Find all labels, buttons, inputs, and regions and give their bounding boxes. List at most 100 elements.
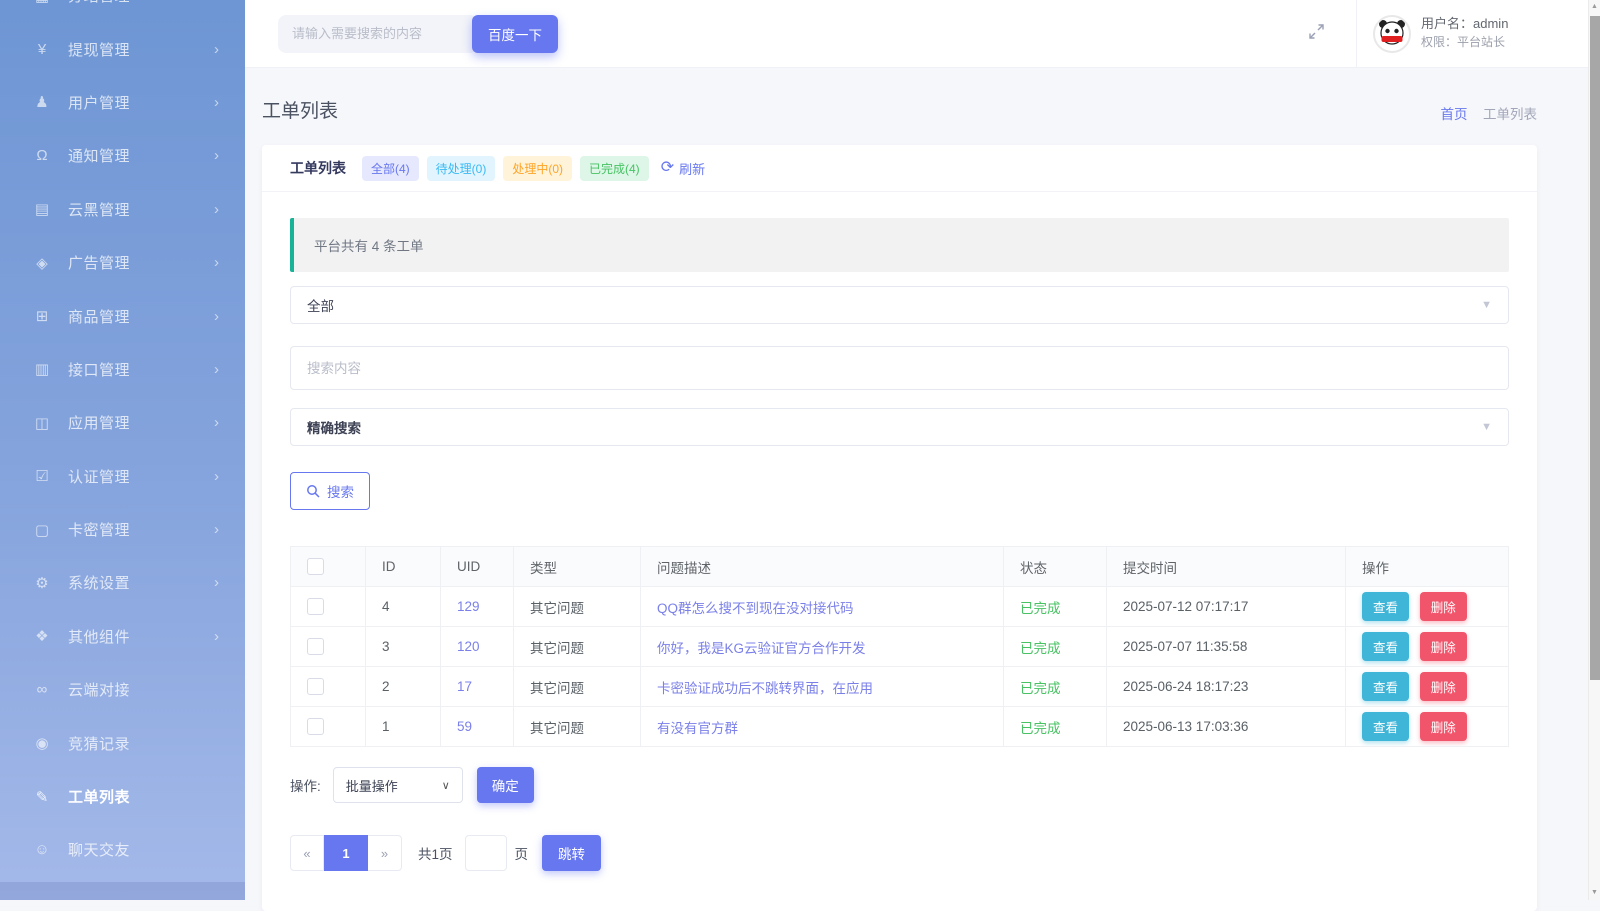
confirm-button[interactable]: 确定	[476, 767, 534, 803]
status-badge: 已完成	[1020, 640, 1061, 656]
sidebar-item-api[interactable]: ▥ 接口管理 ›	[0, 343, 245, 396]
sidebar-item-cardkey[interactable]: ▢ 卡密管理 ›	[0, 503, 245, 556]
page-unit: 页	[514, 847, 529, 862]
uid-link[interactable]: 59	[457, 719, 472, 734]
delete-button[interactable]: 删除	[1419, 712, 1467, 741]
page-next-button[interactable]: »	[368, 835, 402, 871]
page-total: 共1页	[418, 847, 453, 862]
view-button[interactable]: 查看	[1362, 712, 1410, 741]
col-time: 提交时间	[1106, 546, 1346, 587]
auth-shield-icon: ☑	[35, 468, 49, 486]
scroll-down-icon[interactable]: ▼	[1589, 886, 1600, 900]
col-uid: UID	[440, 546, 514, 587]
filter-processing[interactable]: 处理中(0)	[503, 155, 573, 181]
desc-link[interactable]: 卡密验证成功后不跳转界面，在应用	[657, 681, 873, 696]
sidebar-item-settings[interactable]: ⚙ 系统设置 ›	[0, 556, 245, 609]
exact-search-select[interactable]: 精确搜索 ▼	[290, 408, 1509, 446]
sidebar-item-auth[interactable]: ☑ 认证管理 ›	[0, 450, 245, 503]
sidebar-item-blacklist[interactable]: ▤ 云黑管理 ›	[0, 183, 245, 236]
jump-button[interactable]: 跳转	[542, 835, 602, 871]
breadcrumb-home-link[interactable]: 首页	[1440, 107, 1467, 122]
sidebar-item-users[interactable]: ♟ 用户管理 ›	[0, 76, 245, 129]
chevron-right-icon: ›	[214, 414, 219, 432]
scrollbar-thumb[interactable]	[1590, 16, 1600, 680]
page-jump-input[interactable]	[464, 835, 507, 871]
row-checkbox[interactable]	[307, 678, 324, 695]
keyword-input[interactable]	[290, 346, 1509, 390]
sidebar-item-work-orders[interactable]: ✎ 工单列表	[0, 770, 245, 823]
bulk-label: 操作:	[290, 779, 321, 794]
sidebar-menu: ▦ 分站管理 › ¥ 提现管理 › ♟ 用户管理 › Ω 通知管理 › ▤ 云黑…	[0, 0, 245, 877]
topbar-search-input[interactable]	[278, 14, 478, 53]
chevron-right-icon: ›	[214, 40, 219, 58]
filter-all[interactable]: 全部(4)	[362, 155, 419, 181]
bulk-action-select[interactable]: 批量操作 ∨	[332, 767, 463, 803]
status-badge: 已完成	[1020, 600, 1061, 616]
view-button[interactable]: 查看	[1362, 632, 1410, 661]
uid-link[interactable]: 17	[457, 679, 472, 694]
select-all-checkbox[interactable]	[307, 558, 324, 575]
chevron-right-icon: ›	[214, 0, 219, 4]
records-icon: ◉	[35, 735, 49, 753]
sidebar-item-notice[interactable]: Ω 通知管理 ›	[0, 129, 245, 182]
blacklist-icon: ▤	[34, 201, 50, 219]
table-row: 4 129 其它问题 QQ群怎么搜不到现在没对接代码 已完成 2025-07-1…	[290, 586, 1509, 627]
scroll-up-icon[interactable]: ▲	[1589, 0, 1600, 14]
sidebar-item-chat[interactable]: ☺ 聊天交友	[0, 823, 245, 876]
topbar: 百度一下 用户名：admin	[245, 0, 1588, 68]
refresh-button[interactable]: ⟳ 刷新	[661, 159, 705, 178]
baidu-search-button[interactable]: 百度一下	[472, 14, 558, 53]
work-order-card: 工单列表 全部(4) 待处理(0) 处理中(0) 已完成(4) ⟳ 刷新 平台共…	[262, 145, 1537, 911]
sidebar-item-ads[interactable]: ◈ 广告管理 ›	[0, 236, 245, 289]
user-menu[interactable]: 用户名：admin 权限：平台站长	[1356, 0, 1588, 67]
chevron-right-icon: ›	[214, 307, 219, 325]
chevron-right-icon: ›	[214, 360, 219, 378]
delete-button[interactable]: 删除	[1419, 592, 1467, 621]
desc-link[interactable]: 有没有官方群	[657, 721, 738, 736]
filter-pending[interactable]: 待处理(0)	[426, 155, 496, 181]
sidebar-item-goods[interactable]: ⊞ 商品管理 ›	[0, 289, 245, 342]
delete-button[interactable]: 删除	[1419, 632, 1467, 661]
chevron-right-icon: ›	[214, 521, 219, 539]
sidebar-item-guess-records[interactable]: ◉ 竞猜记录	[0, 716, 245, 769]
row-checkbox[interactable]	[307, 718, 324, 735]
view-button[interactable]: 查看	[1362, 672, 1410, 701]
sidebar-footer	[0, 882, 245, 900]
row-checkbox[interactable]	[307, 598, 324, 615]
users-icon: ♟	[35, 94, 49, 112]
sidebar-item-components[interactable]: ❖ 其他组件 ›	[0, 610, 245, 663]
chevron-right-icon: ›	[214, 574, 219, 592]
filter-done[interactable]: 已完成(4)	[580, 155, 649, 181]
col-status: 状态	[1003, 546, 1107, 587]
card-title: 工单列表	[290, 160, 346, 176]
row-checkbox[interactable]	[307, 638, 324, 655]
apps-icon: ◫	[34, 414, 50, 432]
refresh-icon: ⟳	[660, 159, 675, 176]
sidebar: ▦ 分站管理 › ¥ 提现管理 › ♟ 用户管理 › Ω 通知管理 › ▤ 云黑…	[0, 0, 245, 900]
sidebar-item-withdraw[interactable]: ¥ 提现管理 ›	[0, 22, 245, 75]
col-id: ID	[365, 546, 441, 587]
search-button[interactable]: 搜索	[290, 472, 370, 510]
total-banner: 平台共有 4 条工单	[290, 218, 1509, 272]
breadcrumb: 首页 工单列表	[1440, 103, 1537, 123]
page-prev-button[interactable]: «	[290, 835, 324, 871]
desc-link[interactable]: 你好，我是KG云验证官方合作开发	[657, 641, 866, 656]
chevron-down-icon: ▼	[1481, 299, 1492, 311]
chat-icon: ☺	[34, 841, 50, 859]
withdraw-icon: ¥	[37, 40, 47, 58]
page-1-button[interactable]: 1	[324, 835, 368, 871]
sidebar-item-cloud-link[interactable]: ∞ 云端对接	[0, 663, 245, 716]
uid-link[interactable]: 129	[457, 599, 480, 614]
card-key-icon: ▢	[34, 521, 50, 539]
work-order-table: ID UID 类型 问题描述 状态 提交时间 操作 4 129 其它问题 QQ群…	[290, 546, 1509, 747]
vertical-scrollbar[interactable]: ▲ ▼	[1588, 0, 1600, 900]
type-select[interactable]: 全部 ▼	[290, 286, 1509, 324]
uid-link[interactable]: 120	[457, 639, 480, 654]
view-button[interactable]: 查看	[1362, 592, 1410, 621]
sidebar-item-apps[interactable]: ◫ 应用管理 ›	[0, 396, 245, 449]
fullscreen-icon[interactable]	[1296, 22, 1336, 46]
components-icon: ❖	[35, 628, 49, 646]
desc-link[interactable]: QQ群怎么搜不到现在没对接代码	[657, 601, 854, 616]
delete-button[interactable]: 删除	[1419, 672, 1467, 701]
sidebar-item-site[interactable]: ▦ 分站管理 ›	[0, 0, 245, 22]
